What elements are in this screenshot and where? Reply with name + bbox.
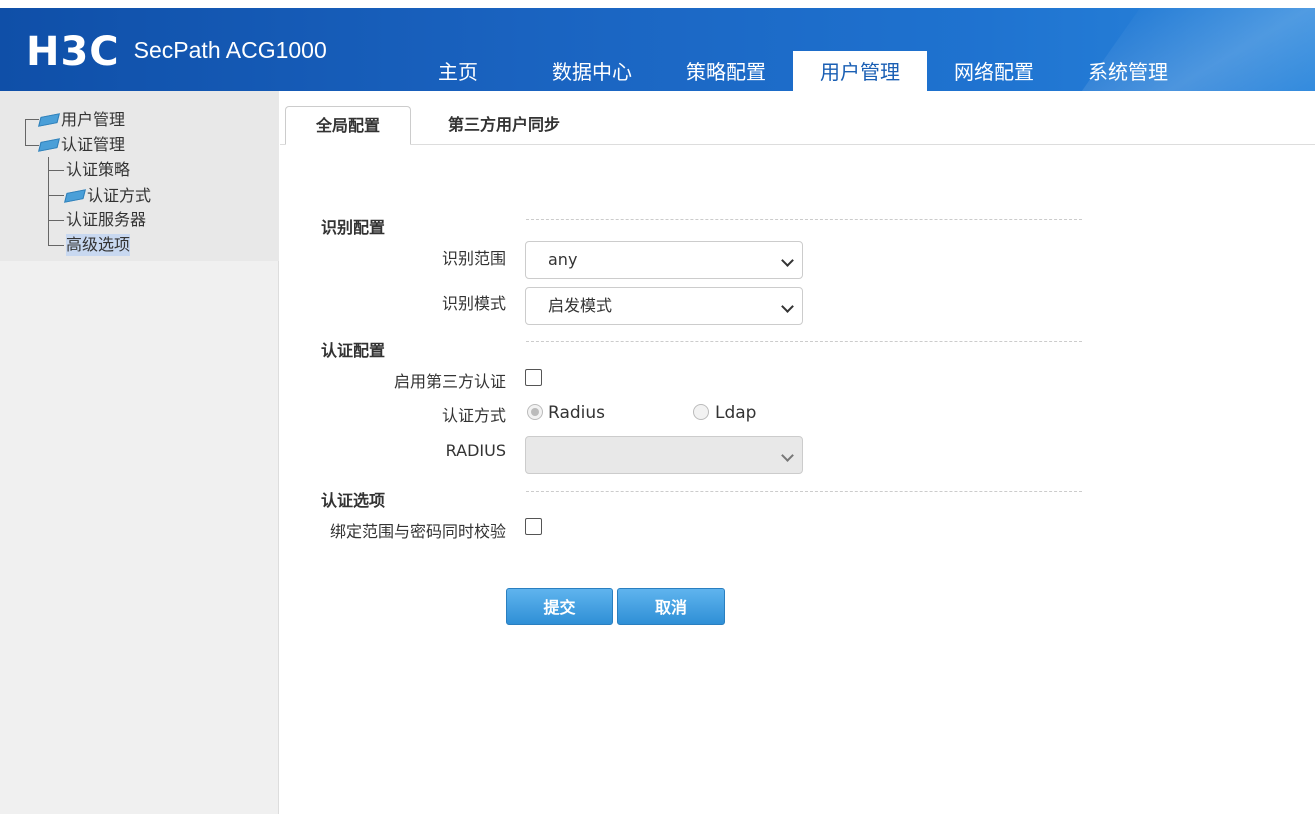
brand-logo: H3C xyxy=(26,29,120,75)
submit-button[interactable]: 提交 xyxy=(506,588,613,625)
tree-item-label: 用户管理 xyxy=(61,110,126,129)
tree-item-auth-method[interactable]: 认证方式 xyxy=(64,185,152,207)
enable-third-party-checkbox[interactable] xyxy=(525,369,542,386)
tab-global-config[interactable]: 全局配置 xyxy=(285,106,411,145)
chevron-down-icon xyxy=(781,449,794,462)
tree-item-auth-management[interactable]: 认证管理 xyxy=(38,134,126,156)
tree-line xyxy=(48,195,64,196)
section-divider xyxy=(526,219,1082,220)
section-auth-options: 认证选项 xyxy=(321,491,386,510)
folder-icon xyxy=(64,189,86,203)
chevron-down-icon xyxy=(781,254,794,267)
chevron-down-icon xyxy=(781,300,794,313)
radius-label: RADIUS xyxy=(445,441,506,460)
nav-home[interactable]: 主页 xyxy=(391,51,525,91)
tree-item-advanced-options[interactable]: 高级选项 xyxy=(66,234,131,256)
nav-user-management[interactable]: 用户管理 xyxy=(793,51,927,91)
tree-line xyxy=(48,220,64,221)
section-auth-config: 认证配置 xyxy=(321,341,386,360)
identify-scope-value: any xyxy=(548,250,578,269)
product-name: SecPath ACG1000 xyxy=(133,37,327,63)
enable-third-party-label: 启用第三方认证 xyxy=(393,372,506,391)
folder-icon xyxy=(38,113,60,127)
identify-scope-select[interactable]: any xyxy=(525,241,803,279)
tree-item-label: 认证策略 xyxy=(66,160,131,179)
tree-item-label: 认证管理 xyxy=(61,135,126,154)
bind-check-checkbox[interactable] xyxy=(525,518,542,535)
tree-item-label: 认证方式 xyxy=(87,186,152,205)
cancel-button[interactable]: 取消 xyxy=(617,588,725,625)
tree-item-label: 认证服务器 xyxy=(66,210,147,229)
tree-item-auth-policy[interactable]: 认证策略 xyxy=(66,159,130,181)
tab-third-party-sync[interactable]: 第三方用户同步 xyxy=(421,106,587,145)
tree-line xyxy=(48,170,64,171)
ldap-radio[interactable] xyxy=(693,404,709,420)
sidebar: 用户管理 认证管理 认证策略 认证方式 认证服务器 高级选项 xyxy=(0,91,279,814)
auth-method-label: 认证方式 xyxy=(441,406,506,425)
radius-radio-label: Radius xyxy=(548,403,606,423)
identify-mode-label: 识别模式 xyxy=(441,294,506,313)
app-header: H3C SecPath ACG1000 主页 数据中心 策略配置 用户管理 网络… xyxy=(0,8,1315,91)
top-strip xyxy=(0,0,1315,8)
tree-line xyxy=(48,245,64,246)
section-divider xyxy=(526,341,1082,342)
identify-mode-value: 启发模式 xyxy=(548,296,613,315)
tree-line xyxy=(25,119,39,120)
tree-item-auth-server[interactable]: 认证服务器 xyxy=(66,209,146,231)
tab-bar: 全局配置 第三方用户同步 xyxy=(280,91,1315,145)
nav-network-config[interactable]: 网络配置 xyxy=(927,51,1061,91)
nav-tree: 用户管理 认证管理 认证策略 认证方式 认证服务器 高级选项 xyxy=(0,91,279,261)
tree-line xyxy=(25,145,39,146)
tree-item-user-management[interactable]: 用户管理 xyxy=(38,109,126,131)
bind-check-label: 绑定范围与密码同时校验 xyxy=(329,522,506,541)
ldap-radio-label: Ldap xyxy=(715,403,757,423)
tree-line xyxy=(25,119,26,145)
logo: H3C SecPath ACG1000 xyxy=(26,30,327,74)
identify-scope-label: 识别范围 xyxy=(441,249,506,268)
section-identify-config: 识别配置 xyxy=(321,218,386,237)
tree-item-label: 高级选项 xyxy=(66,234,131,256)
folder-icon xyxy=(38,138,60,152)
main-nav: 主页 数据中心 策略配置 用户管理 网络配置 系统管理 xyxy=(391,51,1195,91)
nav-data-center[interactable]: 数据中心 xyxy=(525,51,659,91)
nav-system-management[interactable]: 系统管理 xyxy=(1061,51,1195,91)
radius-radio[interactable] xyxy=(527,404,543,420)
nav-policy-config[interactable]: 策略配置 xyxy=(659,51,793,91)
radius-server-select[interactable] xyxy=(525,436,803,474)
section-divider xyxy=(526,491,1082,492)
identify-mode-select[interactable]: 启发模式 xyxy=(525,287,803,325)
